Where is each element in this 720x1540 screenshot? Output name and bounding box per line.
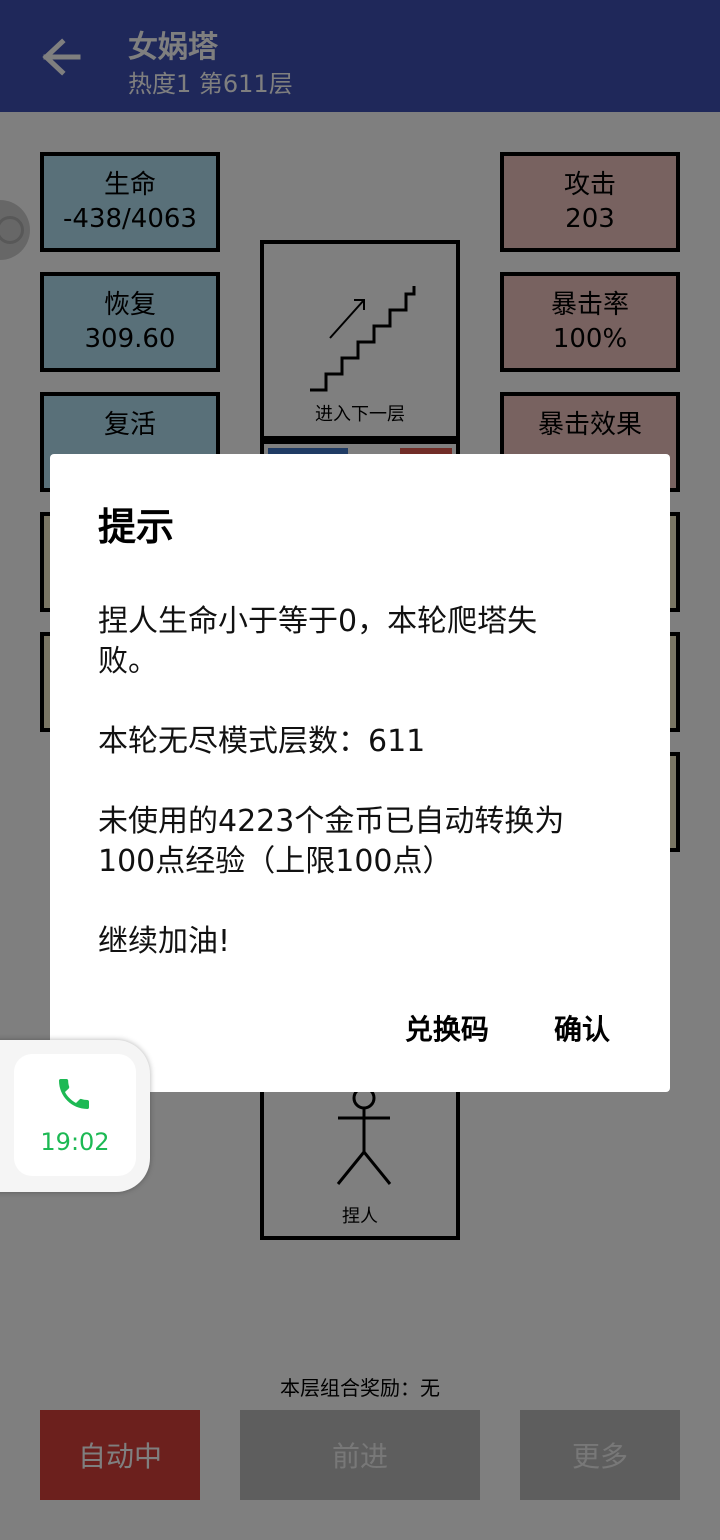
call-card: 19:02 [14, 1054, 136, 1176]
confirm-button[interactable]: 确认 [554, 1008, 610, 1048]
dialog-paragraph: 未使用的4223个金币已自动转换为 100点经验（上限100点） [98, 804, 565, 879]
phone-icon [59, 1079, 89, 1109]
call-duration: 19:02 [40, 1128, 110, 1156]
dialog-title: 提示 [98, 505, 175, 549]
call-bubble[interactable]: 19:02 [0, 1040, 150, 1192]
dialog-paragraph: 继续加油! [98, 924, 231, 959]
dialog-actions: 兑换码 确认 [345, 1008, 610, 1048]
dialog-paragraph: 本轮无尽模式层数：611 [98, 724, 426, 759]
dialog-paragraph: 捏人生命小于等于0，本轮爬塔失 败。 [98, 604, 538, 679]
redeem-code-button[interactable]: 兑换码 [405, 1008, 489, 1048]
alert-dialog: 提示 捏人生命小于等于0，本轮爬塔失 败。 本轮无尽模式层数：611 未使用的4… [50, 454, 670, 1092]
dialog-message: 捏人生命小于等于0，本轮爬塔失 败。 本轮无尽模式层数：611 未使用的4223… [98, 602, 618, 1002]
